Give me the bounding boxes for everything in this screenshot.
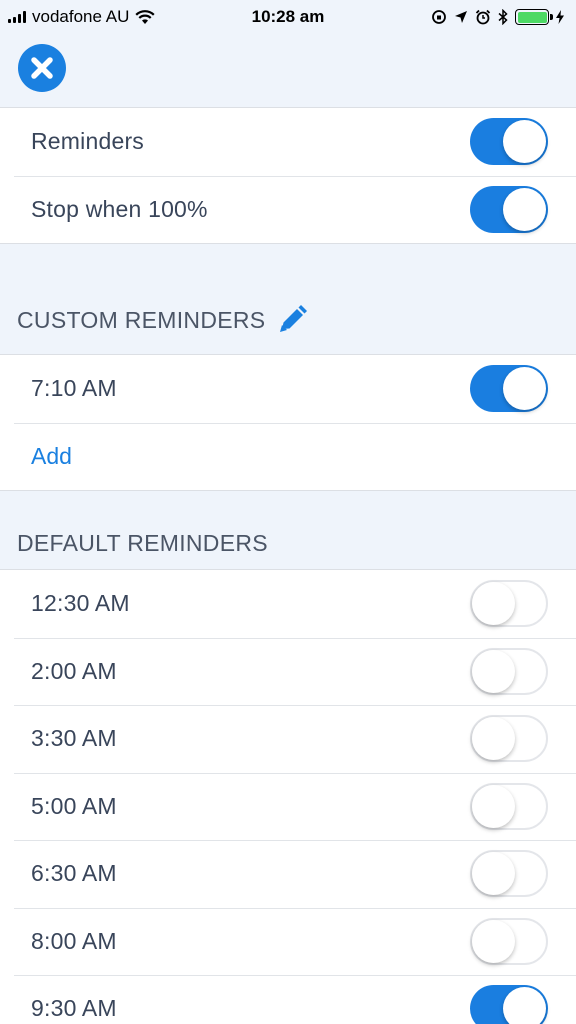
charging-icon (556, 10, 564, 24)
default-reminder-time: 3:30 AM (31, 725, 117, 752)
default-reminder-toggle[interactable] (470, 850, 548, 898)
default-reminder-toggle[interactable] (470, 715, 548, 763)
default-reminder-time: 9:30 AM (31, 995, 117, 1022)
add-reminder-row[interactable]: Add (0, 422, 576, 491)
default-reminder-toggle[interactable] (470, 782, 548, 830)
default-reminder-row: 2:00 AM (0, 637, 576, 706)
custom-reminder-row: 7:10 AM (0, 355, 576, 423)
default-reminders-header: DEFAULT REMINDERS (17, 530, 268, 557)
default-reminders-section: 12:30 AM 2:00 AM 3:30 AM 5:00 AM 6:30 AM… (0, 569, 576, 1024)
battery-icon (515, 9, 553, 25)
default-reminder-row: 5:00 AM (0, 772, 576, 841)
status-bar: vodafone AU 10:28 am (0, 0, 576, 34)
reminders-label: Reminders (31, 128, 145, 155)
default-reminder-toggle[interactable] (470, 647, 548, 695)
default-reminder-time: 2:00 AM (31, 657, 117, 684)
default-reminder-time: 8:00 AM (31, 927, 117, 954)
default-reminder-row: 12:30 AM (0, 570, 576, 638)
default-reminder-row: 8:00 AM (0, 907, 576, 976)
default-reminder-time: 5:00 AM (31, 792, 117, 819)
custom-reminder-toggle[interactable] (470, 365, 548, 413)
status-left: vodafone AU (8, 7, 155, 27)
carrier-label: vodafone AU (32, 7, 130, 26)
alarm-icon (475, 9, 491, 25)
reminders-toggle[interactable] (470, 118, 548, 166)
close-button[interactable] (18, 44, 66, 92)
main-settings-section: Reminders Stop when 100% (0, 107, 576, 244)
default-reminder-row: 3:30 AM (0, 705, 576, 773)
custom-reminders-section: 7:10 AM Add (0, 354, 576, 491)
stop-when-full-row: Stop when 100% (0, 175, 576, 244)
stop-when-full-toggle[interactable] (470, 185, 548, 233)
default-reminders-title: DEFAULT REMINDERS (17, 530, 268, 556)
edit-pencil-icon[interactable] (275, 303, 309, 337)
close-icon (31, 57, 53, 79)
reminders-row: Reminders (0, 108, 576, 176)
default-reminder-row: 6:30 AM (0, 840, 576, 908)
header (0, 34, 576, 108)
default-reminder-toggle[interactable] (470, 580, 548, 628)
custom-reminders-title: CUSTOM REMINDERS (17, 306, 266, 333)
default-reminder-time: 12:30 AM (31, 590, 130, 617)
orientation-lock-icon (432, 10, 446, 24)
add-reminder-link[interactable]: Add (31, 443, 72, 470)
wifi-icon (135, 9, 155, 24)
signal-icon (8, 11, 26, 23)
status-right (431, 9, 564, 25)
default-reminder-time: 6:30 AM (31, 860, 117, 887)
custom-reminder-time: 7:10 AM (31, 375, 117, 402)
default-reminder-toggle[interactable] (470, 985, 548, 1024)
bluetooth-icon (498, 9, 508, 25)
custom-reminders-header: CUSTOM REMINDERS (17, 303, 309, 337)
stop-when-full-label: Stop when 100% (31, 195, 208, 222)
default-reminder-row: 9:30 AM (0, 975, 576, 1024)
default-reminder-toggle[interactable] (470, 917, 548, 965)
location-icon (455, 11, 467, 23)
